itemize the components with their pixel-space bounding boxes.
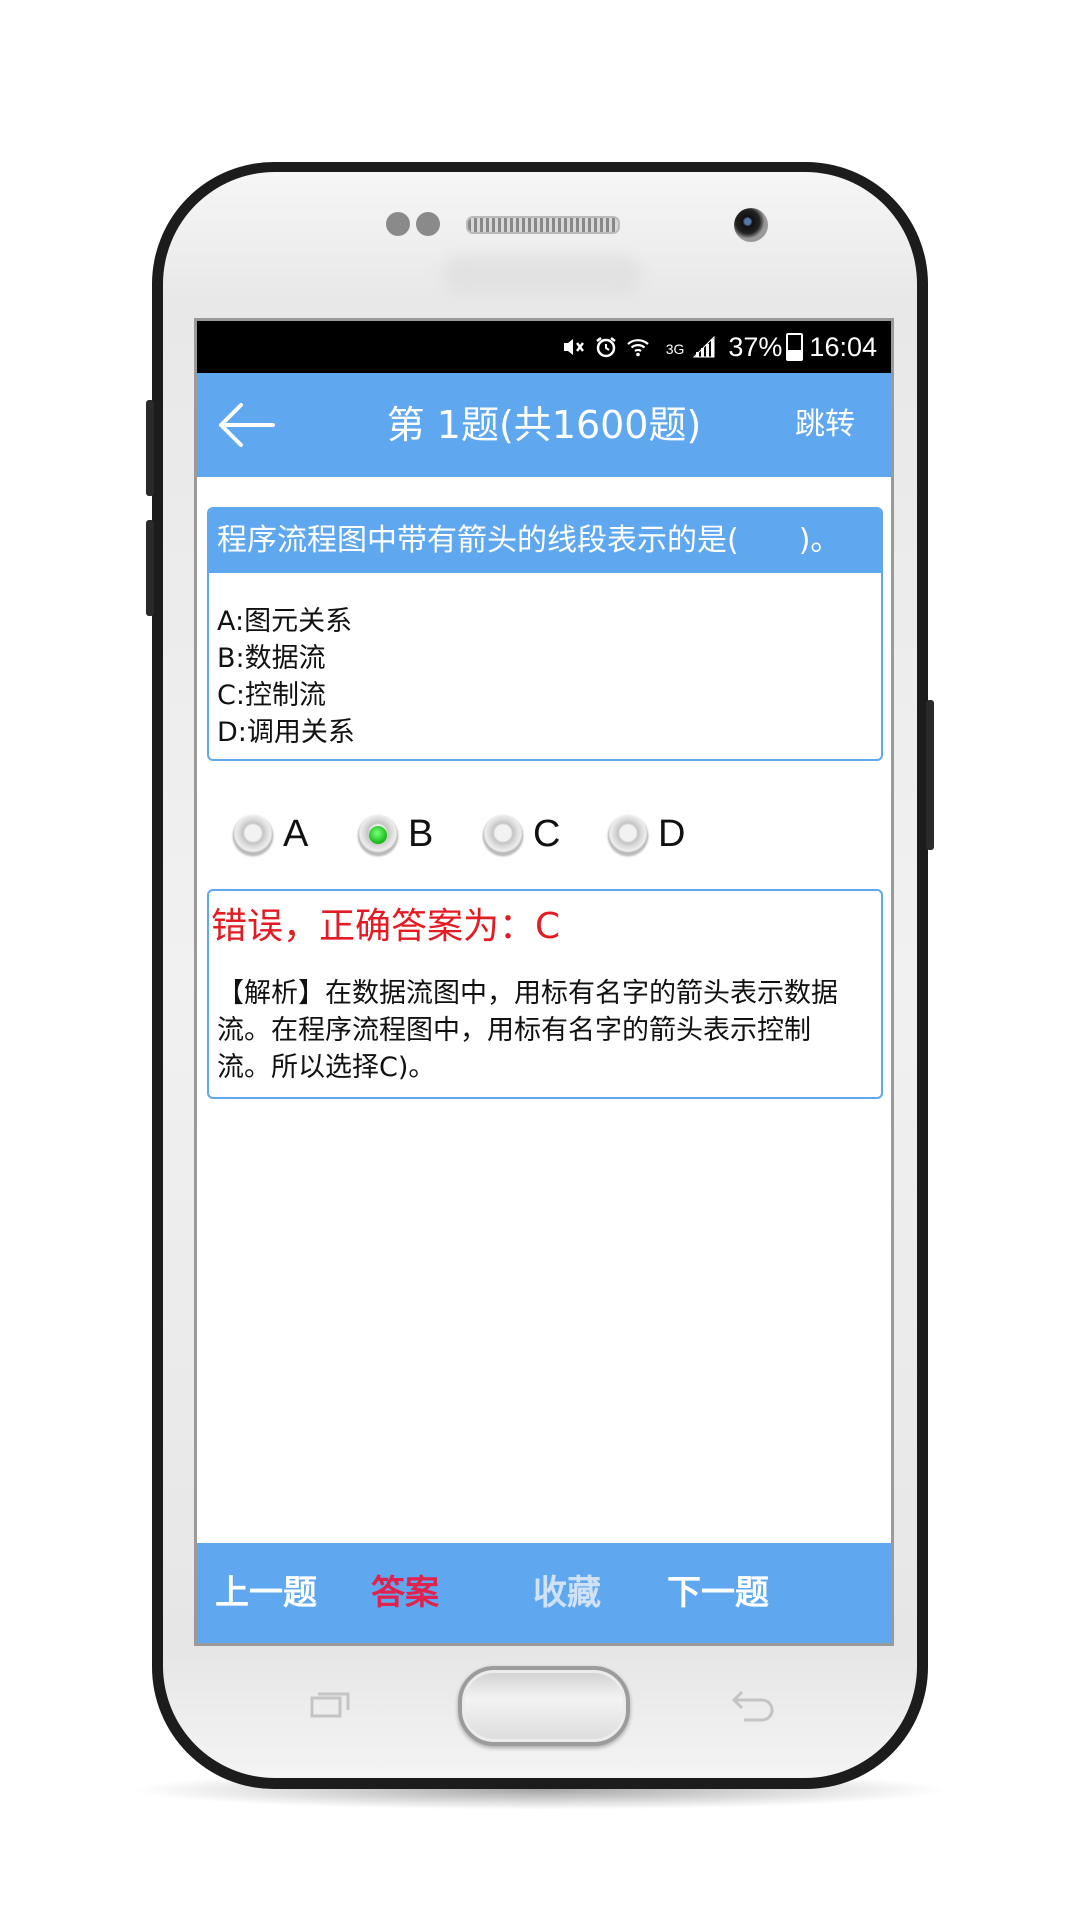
signal-icon xyxy=(692,335,716,359)
option-a-text: A:图元关系 xyxy=(217,606,353,637)
battery-icon xyxy=(786,333,804,361)
prev-question-button[interactable]: 上一题 xyxy=(215,1543,317,1643)
option-b-text: B:数据流 xyxy=(217,643,326,674)
page-title: 第 1题(共1600题) xyxy=(386,403,702,447)
question-text: 程序流程图中带有箭头的线段表示的是( )。 xyxy=(209,509,881,573)
brand-logo xyxy=(442,256,642,296)
choice-label: B xyxy=(408,813,434,855)
choice-b-radio[interactable]: B xyxy=(358,813,433,856)
radio-unchecked-icon xyxy=(608,814,648,855)
bottom-nav: 上一题 答案 收藏 下一题 xyxy=(197,1543,891,1643)
app-bar: 第 1题(共1600题) 跳转 xyxy=(197,373,891,477)
option-d-text: D:调用关系 xyxy=(217,717,355,748)
power-button xyxy=(926,700,934,850)
choice-label: D xyxy=(658,813,686,855)
volume-up-button xyxy=(146,400,154,496)
clock: 16:04 xyxy=(809,331,877,362)
back-key-icon[interactable] xyxy=(730,1688,776,1722)
result-text: 错误，正确答案为：C xyxy=(211,906,561,947)
earpiece-speaker xyxy=(466,216,620,234)
choice-label: A xyxy=(283,813,309,855)
jump-button[interactable]: 跳转 xyxy=(795,373,855,477)
radio-unchecked-icon xyxy=(233,814,273,855)
option-c-text: C:控制流 xyxy=(217,680,326,711)
network-type: 3G xyxy=(665,341,685,357)
wifi-icon xyxy=(626,335,650,359)
recent-apps-icon[interactable] xyxy=(310,1690,350,1718)
analysis-text: 【解析】在数据流图中，用标有名字的箭头表示数据流。在程序流程图中，用标有名字的箭… xyxy=(217,978,838,1083)
choice-d-radio[interactable]: D xyxy=(608,813,685,856)
analysis-card: 错误，正确答案为：C 【解析】在数据流图中，用标有名字的箭头表示数据流。在程序流… xyxy=(207,889,883,1099)
front-camera-icon xyxy=(734,208,768,242)
sensor-dots xyxy=(386,212,446,240)
mute-icon xyxy=(562,335,586,359)
choice-c-radio[interactable]: C xyxy=(483,813,560,856)
phone-screen: 3G 37% 16:04 第 1题(共1600题) 跳转 程序流程图中带有箭头的… xyxy=(194,318,894,1646)
status-bar: 3G 37% 16:04 xyxy=(197,321,891,373)
next-question-button[interactable]: 下一题 xyxy=(667,1543,769,1643)
radio-unchecked-icon xyxy=(483,814,523,855)
options-list: A:图元关系 B:数据流 C:控制流 D:调用关系 xyxy=(209,573,881,751)
question-card: 程序流程图中带有箭头的线段表示的是( )。 A:图元关系 B:数据流 C:控制流… xyxy=(207,507,883,761)
home-button[interactable] xyxy=(458,1666,630,1746)
radio-checked-icon xyxy=(358,814,398,855)
alarm-icon xyxy=(594,335,618,359)
answer-choices: A B C D xyxy=(197,799,891,879)
choice-a-radio[interactable]: A xyxy=(233,813,308,856)
choice-label: C xyxy=(533,813,561,855)
volume-down-button xyxy=(146,520,154,616)
answer-button[interactable]: 答案 xyxy=(371,1543,439,1643)
battery-percent: 37% xyxy=(728,331,783,362)
favorite-button[interactable]: 收藏 xyxy=(533,1543,601,1643)
